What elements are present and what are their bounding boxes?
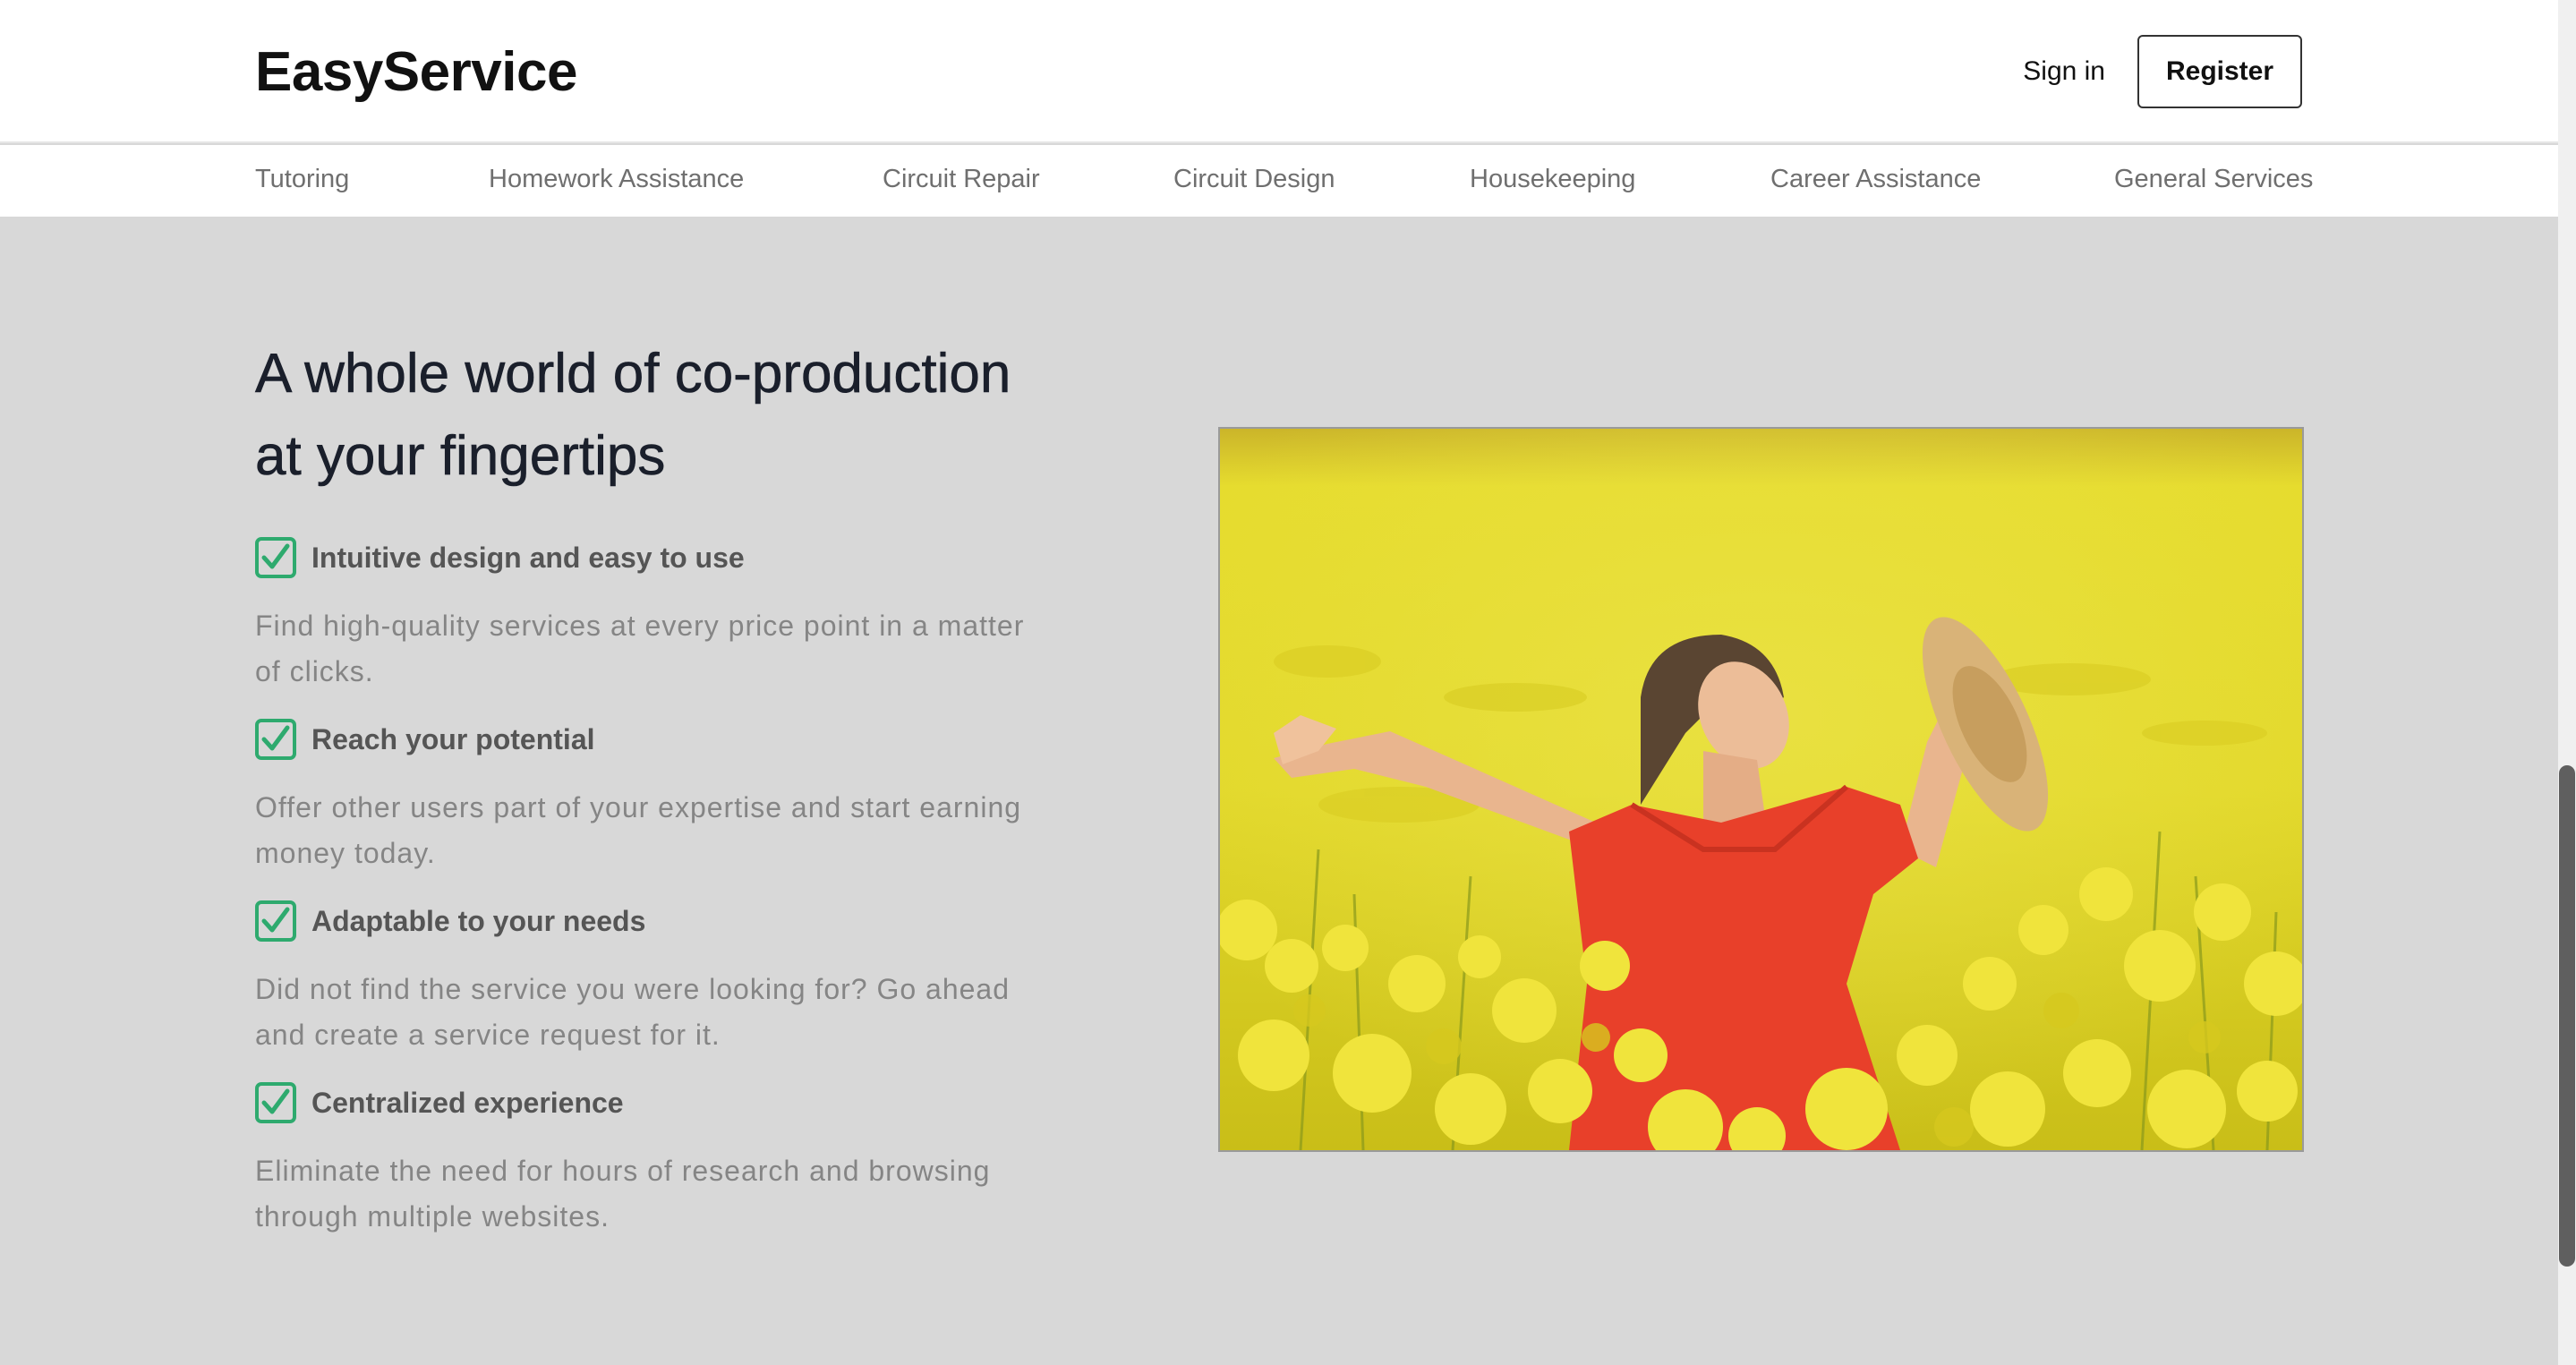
- hero-section: A whole world of co-production at your f…: [0, 217, 2558, 1365]
- feature-description: Did not find the service you were lookin…: [255, 967, 1088, 1058]
- hero-headline-line-1: A whole world of co-production: [255, 343, 1011, 405]
- checkbox-checked-icon: [255, 900, 296, 942]
- feature-title: Centralized experience: [311, 1087, 624, 1119]
- checkbox-checked-icon: [255, 1082, 296, 1123]
- site-logo[interactable]: EasyService: [255, 36, 577, 109]
- feature-description: Find high-quality services at every pric…: [255, 603, 1088, 695]
- register-button[interactable]: Register: [2137, 35, 2302, 108]
- category-circuit-design[interactable]: Circuit Design: [1173, 161, 1335, 197]
- feature-description-line: Find high-quality services at every pric…: [255, 610, 1025, 642]
- hero-photo: [1218, 427, 2304, 1152]
- feature-description-line: Eliminate the need for hours of research…: [255, 1155, 991, 1187]
- hero-headline-line-2: at your fingertips: [255, 425, 666, 488]
- feature-description-line: money today.: [255, 837, 436, 869]
- scrollbar-thumb[interactable]: [2559, 765, 2575, 1267]
- woman-in-rapeseed-field-photo-icon: [1220, 429, 2302, 1150]
- feature-description-line: and create a service request for it.: [255, 1019, 721, 1051]
- feature-description-line: Offer other users part of your expertise…: [255, 791, 1022, 823]
- hero-headline: A whole world of co-production at your f…: [255, 333, 1132, 498]
- feature-item: Adaptable to your needs Did not find the…: [255, 899, 1096, 1058]
- category-circuit-repair[interactable]: Circuit Repair: [883, 161, 1040, 197]
- category-nav: Tutoring Homework Assistance Circuit Rep…: [0, 145, 2558, 217]
- feature-item: Centralized experience Eliminate the nee…: [255, 1080, 1096, 1240]
- category-tutoring[interactable]: Tutoring: [255, 161, 349, 197]
- feature-description-line: Did not find the service you were lookin…: [255, 973, 1011, 1005]
- category-homework-assistance[interactable]: Homework Assistance: [489, 161, 744, 197]
- feature-description-line: of clicks.: [255, 655, 374, 687]
- checkbox-checked-icon: [255, 719, 296, 760]
- page: EasyService Sign in Register Tutoring Ho…: [0, 0, 2576, 1365]
- feature-description: Eliminate the need for hours of research…: [255, 1148, 1088, 1240]
- feature-title: Adaptable to your needs: [311, 905, 646, 937]
- category-career-assistance[interactable]: Career Assistance: [1770, 161, 1981, 197]
- category-general-services[interactable]: General Services: [2114, 161, 2313, 197]
- category-housekeeping[interactable]: Housekeeping: [1470, 161, 1635, 197]
- feature-description-line: through multiple websites.: [255, 1200, 610, 1233]
- feature-item: Reach your potential Offer other users p…: [255, 717, 1096, 876]
- feature-item: Intuitive design and easy to use Find hi…: [255, 535, 1096, 695]
- feature-title: Reach your potential: [311, 723, 595, 755]
- sign-in-link[interactable]: Sign in: [1998, 47, 2105, 97]
- feature-title: Intuitive design and easy to use: [311, 542, 745, 574]
- feature-description: Offer other users part of your expertise…: [255, 785, 1088, 876]
- checkbox-checked-icon: [255, 537, 296, 578]
- top-header: EasyService Sign in Register: [0, 0, 2558, 143]
